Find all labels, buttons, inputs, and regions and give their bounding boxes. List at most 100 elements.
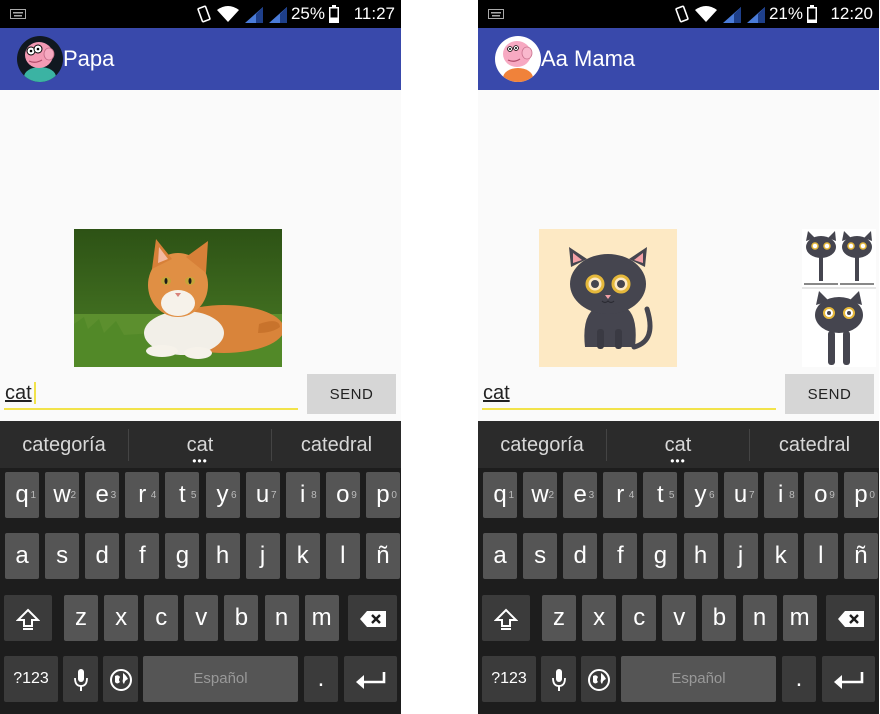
keyboard: q 1 w 2 e 3 r 4 t 5 y 6 u 7 i 8 o 9 p 0 a s d f g h j k l ñ z x c v b n m ?12… <box>0 468 401 714</box>
enter-key[interactable] <box>822 656 875 702</box>
key-f[interactable]: f <box>125 533 160 579</box>
key-hint: 9 <box>351 490 357 501</box>
key-l[interactable]: l <box>803 533 838 579</box>
key-a[interactable]: a <box>483 533 517 579</box>
key-p[interactable]: p0 <box>365 472 400 518</box>
key-v[interactable]: v <box>662 595 697 641</box>
key-b[interactable]: b <box>702 595 737 641</box>
key-label: ?123 <box>491 670 527 687</box>
key-g[interactable]: g <box>165 533 200 579</box>
key-a[interactable]: a <box>5 533 39 579</box>
suggestion-2[interactable]: cat ••• <box>130 421 270 468</box>
key-w[interactable]: w2 <box>45 472 80 518</box>
symbols-key[interactable]: ?123 <box>482 656 536 702</box>
key-label: b <box>712 604 727 631</box>
key-u[interactable]: u7 <box>245 472 280 518</box>
suggestion-3[interactable]: catedral <box>272 421 401 468</box>
key-t[interactable]: t5 <box>643 472 678 518</box>
suggestion-3[interactable]: catedral <box>750 421 879 468</box>
key-z[interactable]: z <box>542 595 576 641</box>
suggestion-1[interactable]: categoría <box>0 421 128 468</box>
key-label: d <box>573 542 587 569</box>
key-h[interactable]: h <box>683 533 718 579</box>
key-s[interactable]: s <box>523 533 558 579</box>
key-w[interactable]: w2 <box>523 472 558 518</box>
key-label: y <box>216 481 229 508</box>
cat-photo-result[interactable] <box>74 229 282 367</box>
language-key[interactable] <box>581 656 616 702</box>
key-r[interactable]: r4 <box>125 472 160 518</box>
key-m[interactable]: m <box>782 595 817 641</box>
key-c[interactable]: c <box>622 595 657 641</box>
key-l[interactable]: l <box>325 533 360 579</box>
space-bar[interactable]: Español <box>621 656 776 702</box>
message-input[interactable] <box>4 378 298 410</box>
key-n[interactable]: n <box>264 595 299 641</box>
keyboard-notification-icon <box>10 9 26 19</box>
message-input[interactable] <box>482 378 776 410</box>
key-n[interactable]: n <box>742 595 777 641</box>
key-q[interactable]: q1 <box>483 472 517 518</box>
key-j[interactable]: j <box>245 533 280 579</box>
key-f[interactable]: f <box>603 533 638 579</box>
status-bar: 21% 12:20 <box>478 0 879 28</box>
key-hint: 1 <box>508 490 514 501</box>
backspace-key[interactable] <box>348 595 397 641</box>
send-button[interactable]: SEND <box>307 374 396 414</box>
globe-icon <box>109 668 132 691</box>
key-ñ[interactable]: ñ <box>843 533 878 579</box>
enter-key[interactable] <box>344 656 397 702</box>
symbols-key[interactable]: ?123 <box>4 656 58 702</box>
key-e[interactable]: e3 <box>85 472 120 518</box>
key-k[interactable]: k <box>285 533 320 579</box>
cat-sticker-result[interactable] <box>802 229 876 367</box>
phone-screen-left: 25% 11:27 Papa cat SEND categoría cat ••… <box>0 0 401 714</box>
shift-key[interactable] <box>4 595 52 641</box>
key-label: a <box>493 542 507 569</box>
language-key[interactable] <box>103 656 138 702</box>
key-y[interactable]: y6 <box>683 472 718 518</box>
cartoon-cat-result[interactable] <box>539 229 677 367</box>
mic-key[interactable] <box>541 656 576 702</box>
period-key[interactable]: . <box>782 656 816 702</box>
shift-key[interactable] <box>482 595 530 641</box>
key-s[interactable]: s <box>45 533 80 579</box>
key-d[interactable]: d <box>85 533 120 579</box>
key-o[interactable]: o9 <box>325 472 360 518</box>
key-y[interactable]: y6 <box>205 472 240 518</box>
key-label: q <box>493 481 507 508</box>
key-r[interactable]: r4 <box>603 472 638 518</box>
key-e[interactable]: e3 <box>563 472 598 518</box>
key-hint: 1 <box>30 490 36 501</box>
key-p[interactable]: p0 <box>843 472 878 518</box>
key-g[interactable]: g <box>643 533 678 579</box>
key-v[interactable]: v <box>184 595 219 641</box>
key-k[interactable]: k <box>763 533 798 579</box>
send-button[interactable]: SEND <box>785 374 874 414</box>
key-b[interactable]: b <box>224 595 259 641</box>
key-i[interactable]: i8 <box>763 472 798 518</box>
key-o[interactable]: o9 <box>803 472 838 518</box>
message-text-field[interactable] <box>4 378 298 408</box>
key-ñ[interactable]: ñ <box>365 533 400 579</box>
key-c[interactable]: c <box>144 595 179 641</box>
key-x[interactable]: x <box>104 595 139 641</box>
battery-icon <box>329 5 339 23</box>
key-u[interactable]: u7 <box>723 472 758 518</box>
key-t[interactable]: t5 <box>165 472 200 518</box>
key-m[interactable]: m <box>304 595 339 641</box>
space-bar[interactable]: Español <box>143 656 298 702</box>
message-text-field[interactable] <box>482 378 776 408</box>
suggestion-1[interactable]: categoría <box>478 421 606 468</box>
key-j[interactable]: j <box>723 533 758 579</box>
key-h[interactable]: h <box>205 533 240 579</box>
key-i[interactable]: i8 <box>285 472 320 518</box>
key-q[interactable]: q1 <box>5 472 39 518</box>
key-x[interactable]: x <box>582 595 617 641</box>
suggestion-2[interactable]: cat ••• <box>608 421 748 468</box>
key-z[interactable]: z <box>64 595 98 641</box>
backspace-key[interactable] <box>826 595 875 641</box>
period-key[interactable]: . <box>304 656 338 702</box>
key-d[interactable]: d <box>563 533 598 579</box>
mic-key[interactable] <box>63 656 98 702</box>
